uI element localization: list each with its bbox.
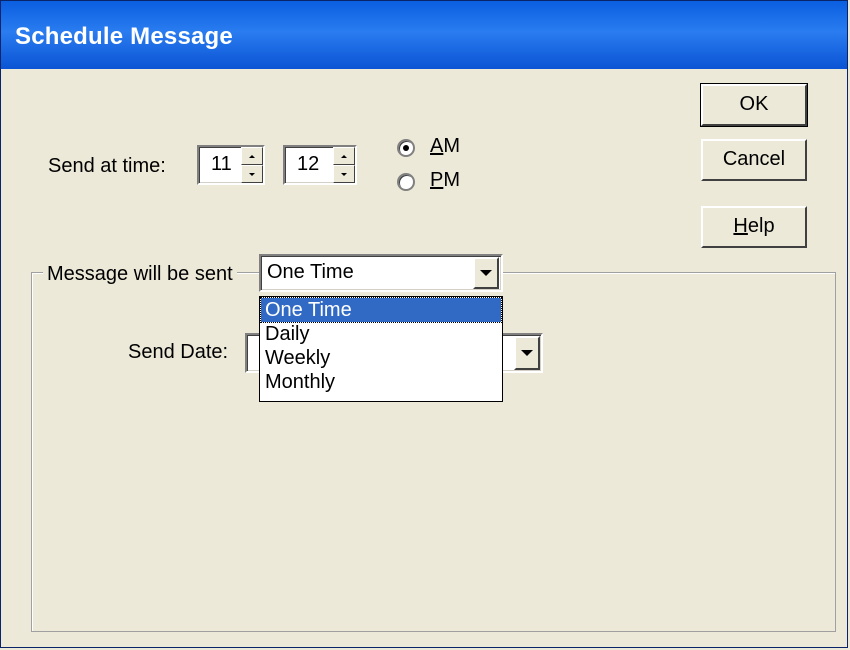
frequency-dropdown-list: One Time Daily Weekly Monthly (259, 296, 503, 402)
send-date-label: Send Date: (128, 341, 229, 363)
cancel-button[interactable]: Cancel (701, 139, 807, 181)
am-label-rest: M (443, 135, 461, 157)
radio-selected-dot (403, 145, 409, 151)
frequency-option[interactable]: Monthly (261, 370, 501, 394)
pm-mnemonic: P (430, 169, 444, 191)
arrow-down-icon (341, 172, 347, 176)
minute-down-button[interactable] (333, 165, 355, 183)
frequency-selected-value: One Time (267, 261, 354, 283)
send-date-dropdown-button[interactable] (514, 336, 540, 370)
frequency-dropdown-button[interactable] (473, 257, 499, 289)
schedule-message-dialog: Schedule Message Send at time: 11 12 AM … (0, 0, 848, 648)
help-mnemonic: H (733, 215, 748, 237)
help-label-rest: elp (747, 215, 775, 237)
frequency-label: Message will be sent (43, 263, 237, 286)
pm-radio[interactable] (397, 173, 415, 191)
am-label[interactable]: AM (430, 135, 460, 158)
arrow-up-icon (341, 154, 347, 158)
am-radio[interactable] (397, 139, 415, 157)
pm-label[interactable]: PM (430, 169, 460, 192)
help-button[interactable]: Help (701, 206, 807, 248)
chevron-down-icon (480, 270, 492, 276)
am-mnemonic: A (430, 135, 444, 157)
frequency-option[interactable]: One Time (260, 297, 502, 323)
hour-up-button[interactable] (241, 147, 263, 165)
title-bar[interactable]: Schedule Message (1, 1, 847, 69)
arrow-up-icon (249, 154, 255, 158)
hour-down-button[interactable] (241, 165, 263, 183)
hour-value[interactable]: 11 (211, 153, 232, 176)
chevron-down-icon (521, 350, 533, 356)
pm-label-rest: M (443, 169, 461, 191)
frequency-combobox[interactable]: One Time (259, 254, 503, 292)
minute-value[interactable]: 12 (297, 153, 319, 176)
frequency-option[interactable]: Daily (261, 322, 501, 346)
frequency-option[interactable]: Weekly (261, 346, 501, 370)
arrow-down-icon (249, 172, 255, 176)
dialog-title: Schedule Message (15, 23, 233, 50)
ok-button[interactable]: OK (700, 83, 808, 127)
send-time-label: Send at time: (48, 155, 166, 177)
minute-up-button[interactable] (333, 147, 355, 165)
